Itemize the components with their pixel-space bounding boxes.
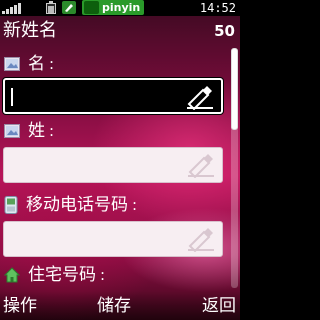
home-number-label: 住宅号码 (28, 265, 96, 285)
home-icon (4, 267, 20, 283)
status-bar: pinyin 14:52 (0, 0, 240, 16)
handwriting-pen-icon[interactable] (186, 154, 216, 178)
text-caret (11, 88, 13, 106)
page-title: 新姓名 (3, 20, 57, 41)
last-name-label: 姓 (28, 121, 45, 141)
home-number-label-row: 住宅号码 : (4, 264, 105, 286)
contact-card-icon (4, 124, 20, 138)
label-colon: : (49, 122, 55, 140)
mobile-number-label: 移动电话号码 (26, 195, 128, 215)
input-method-badge[interactable]: pinyin (82, 0, 145, 15)
last-name-label-row: 姓 : (4, 120, 54, 142)
handwriting-pen-icon[interactable] (185, 86, 215, 110)
first-name-input[interactable] (3, 78, 223, 114)
remaining-char-counter: 50 (214, 22, 235, 40)
last-name-input[interactable] (3, 147, 223, 183)
input-method-icon (84, 1, 99, 14)
options-softkey[interactable]: 操作 (3, 294, 37, 318)
scrollbar-thumb[interactable] (231, 48, 238, 130)
label-colon: : (100, 266, 106, 284)
handwriting-pen-icon (62, 1, 76, 14)
contact-edit-screen: pinyin 14:52 新姓名 50 名 : 姓 : 移动电话号码: 住宅号… (0, 0, 240, 320)
mobile-number-input[interactable] (3, 221, 223, 257)
first-name-label-row: 名 : (4, 53, 54, 75)
handwriting-pen-icon[interactable] (186, 228, 216, 252)
battery-icon (46, 1, 56, 14)
contact-card-icon (4, 57, 20, 71)
save-softkey[interactable]: 储存 (97, 294, 131, 318)
label-colon: : (49, 55, 55, 73)
mobile-phone-icon (4, 196, 18, 214)
clock: 14:52 (199, 1, 236, 15)
mobile-number-label-row: 移动电话号码 : (4, 194, 137, 216)
first-name-label: 名 (28, 54, 45, 74)
input-method-label: pinyin (102, 1, 141, 14)
back-softkey[interactable]: 返回 (202, 294, 236, 318)
label-colon: : (132, 196, 138, 214)
